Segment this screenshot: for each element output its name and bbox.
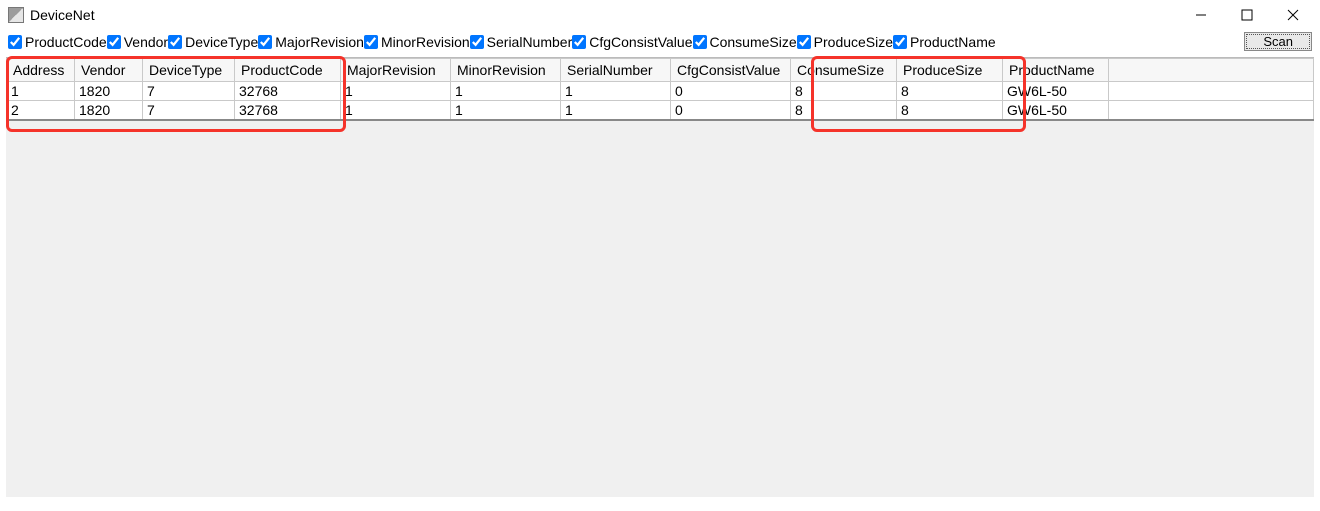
checkbox-devicetype[interactable]: DeviceType [168, 34, 258, 50]
cell-address[interactable]: 2 [7, 101, 75, 121]
col-productcode[interactable]: ProductCode [235, 59, 341, 82]
minimize-icon [1195, 9, 1207, 21]
table-header-row: Address Vendor DeviceType ProductCode Ma… [7, 59, 1314, 82]
table-row[interactable]: 1 1820 7 32768 1 1 1 0 8 8 GW6L-50 [7, 82, 1314, 101]
checkbox-label: ConsumeSize [710, 34, 797, 50]
toolbar: ProductCode Vendor DeviceType MajorRevis… [0, 30, 1320, 55]
checkbox-producesize[interactable]: ProduceSize [797, 34, 893, 50]
checkbox-label: ProduceSize [814, 34, 893, 50]
cell-majorrev[interactable]: 1 [341, 82, 451, 101]
checkbox-productcode[interactable]: ProductCode [8, 34, 107, 50]
cell-vendor[interactable]: 1820 [75, 82, 143, 101]
app-icon [8, 7, 24, 23]
cell-producesize[interactable]: 8 [897, 82, 1003, 101]
titlebar: DeviceNet [0, 0, 1320, 30]
maximize-icon [1241, 9, 1253, 21]
window-title: DeviceNet [30, 7, 95, 23]
cell-productcode[interactable]: 32768 [235, 82, 341, 101]
cell-serialnum[interactable]: 1 [561, 82, 671, 101]
cell-cfgconsist[interactable]: 0 [671, 82, 791, 101]
cell-devicetype[interactable]: 7 [143, 101, 235, 121]
cell-serialnum[interactable]: 1 [561, 101, 671, 121]
checkbox-devicetype-input[interactable] [168, 35, 182, 49]
checkbox-serialnumber[interactable]: SerialNumber [470, 34, 573, 50]
checkbox-label: MajorRevision [275, 34, 364, 50]
col-address[interactable]: Address [7, 59, 75, 82]
col-vendor[interactable]: Vendor [75, 59, 143, 82]
checkbox-label: SerialNumber [487, 34, 573, 50]
maximize-button[interactable] [1224, 0, 1270, 30]
col-cfgconsistvalue[interactable]: CfgConsistValue [671, 59, 791, 82]
close-icon [1287, 9, 1299, 21]
checkbox-serialnumber-input[interactable] [470, 35, 484, 49]
col-serialnumber[interactable]: SerialNumber [561, 59, 671, 82]
col-majorrevision[interactable]: MajorRevision [341, 59, 451, 82]
checkbox-label: MinorRevision [381, 34, 470, 50]
checkbox-cfgconsistvalue-input[interactable] [572, 35, 586, 49]
col-filler [1109, 59, 1314, 82]
checkbox-producesize-input[interactable] [797, 35, 811, 49]
cell-filler [1109, 101, 1314, 121]
data-grid: Address Vendor DeviceType ProductCode Ma… [6, 57, 1314, 497]
scan-button[interactable]: Scan [1244, 32, 1312, 51]
cell-minorrev[interactable]: 1 [451, 82, 561, 101]
cell-vendor[interactable]: 1820 [75, 101, 143, 121]
checkbox-label: CfgConsistValue [589, 34, 692, 50]
cell-productname[interactable]: GW6L-50 [1003, 101, 1109, 121]
checkbox-minorrevision[interactable]: MinorRevision [364, 34, 470, 50]
checkbox-vendor[interactable]: Vendor [107, 34, 168, 50]
cell-productname[interactable]: GW6L-50 [1003, 82, 1109, 101]
col-productname[interactable]: ProductName [1003, 59, 1109, 82]
checkbox-productcode-input[interactable] [8, 35, 22, 49]
cell-filler [1109, 82, 1314, 101]
cell-consumesize[interactable]: 8 [791, 101, 897, 121]
checkbox-consumesize-input[interactable] [693, 35, 707, 49]
col-producesize[interactable]: ProduceSize [897, 59, 1003, 82]
checkbox-productname[interactable]: ProductName [893, 34, 996, 50]
table-row[interactable]: 2 1820 7 32768 1 1 1 0 8 8 GW6L-50 [7, 101, 1314, 121]
col-devicetype[interactable]: DeviceType [143, 59, 235, 82]
cell-productcode[interactable]: 32768 [235, 101, 341, 121]
checkbox-majorrevision-input[interactable] [258, 35, 272, 49]
col-minorrevision[interactable]: MinorRevision [451, 59, 561, 82]
checkbox-minorrevision-input[interactable] [364, 35, 378, 49]
cell-consumesize[interactable]: 8 [791, 82, 897, 101]
cell-devicetype[interactable]: 7 [143, 82, 235, 101]
cell-cfgconsist[interactable]: 0 [671, 101, 791, 121]
checkbox-label: ProductName [910, 34, 996, 50]
checkbox-vendor-input[interactable] [107, 35, 121, 49]
checkbox-label: Vendor [124, 34, 168, 50]
col-consumesize[interactable]: ConsumeSize [791, 59, 897, 82]
checkbox-label: DeviceType [185, 34, 258, 50]
devices-table[interactable]: Address Vendor DeviceType ProductCode Ma… [6, 58, 1314, 121]
checkbox-productname-input[interactable] [893, 35, 907, 49]
cell-producesize[interactable]: 8 [897, 101, 1003, 121]
close-button[interactable] [1270, 0, 1316, 30]
cell-majorrev[interactable]: 1 [341, 101, 451, 121]
checkbox-label: ProductCode [25, 34, 107, 50]
checkbox-consumesize[interactable]: ConsumeSize [693, 34, 797, 50]
checkbox-majorrevision[interactable]: MajorRevision [258, 34, 364, 50]
cell-address[interactable]: 1 [7, 82, 75, 101]
minimize-button[interactable] [1178, 0, 1224, 30]
checkbox-cfgconsistvalue[interactable]: CfgConsistValue [572, 34, 692, 50]
cell-minorrev[interactable]: 1 [451, 101, 561, 121]
